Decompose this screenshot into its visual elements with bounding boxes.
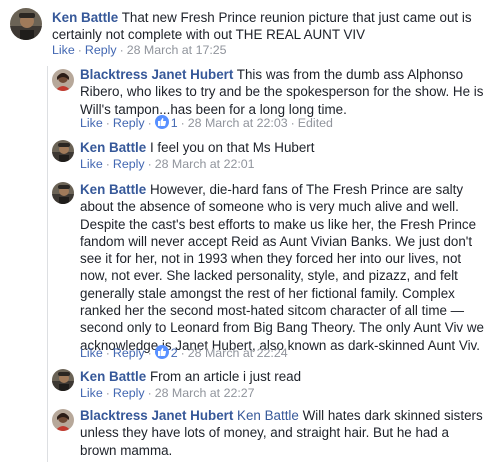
like-link[interactable]: Like	[52, 43, 75, 57]
comment-timestamp[interactable]: 28 March at 22:01	[155, 157, 255, 171]
avatar[interactable]	[52, 182, 74, 204]
comment-text: Blacktress Janet Hubert This was from th…	[80, 66, 485, 118]
comment-body: I feel you on that Ms Hubert	[149, 140, 315, 155]
comment-timestamp[interactable]: 28 March at 17:25	[127, 43, 227, 57]
comment-timestamp[interactable]: 28 March at 22:27	[155, 386, 255, 400]
comment-author[interactable]: Ken Battle	[80, 140, 146, 155]
comment-body: However, die-hard fans of The Fresh Prin…	[80, 182, 484, 353]
reply-comment: Blacktress Janet Hubert This was from th…	[52, 64, 492, 134]
comment-author[interactable]: Blacktress Janet Hubert	[80, 67, 233, 82]
reply-comment: Ken Battle From an article i just read L…	[52, 366, 492, 402]
comment-actions: Like · Reply · 1 · 28 March at 22:03 · Edited	[80, 115, 333, 130]
comment-actions: Like · Reply · 28 March at 17:25	[52, 43, 227, 57]
reaction-count[interactable]: 1	[171, 116, 178, 130]
comment-text: Ken Battle That new Fresh Prince reunion…	[52, 9, 480, 44]
thumbs-up-icon[interactable]	[154, 115, 169, 129]
avatar[interactable]	[52, 140, 74, 162]
like-link[interactable]: Like	[80, 157, 103, 171]
thumbs-up-icon[interactable]	[154, 345, 169, 359]
like-link[interactable]: Like	[80, 386, 103, 400]
avatar[interactable]	[52, 409, 74, 431]
mention-tag[interactable]: Ken Battle	[237, 408, 299, 423]
comment-actions: Like · Reply · 28 March at 22:01	[80, 157, 255, 171]
reply-link[interactable]: Reply	[113, 346, 145, 360]
avatar[interactable]	[52, 369, 74, 391]
reply-comment: Ken Battle However, die-hard fans of The…	[52, 179, 492, 361]
comment-author[interactable]: Ken Battle	[80, 369, 146, 384]
comment-text: Blacktress Janet Hubert Ken Battle Will …	[80, 407, 485, 459]
avatar[interactable]	[52, 69, 74, 91]
comment-author[interactable]: Blacktress Janet Hubert	[80, 408, 233, 423]
comment-author[interactable]: Ken Battle	[52, 10, 118, 25]
comment: Ken Battle That new Fresh Prince reunion…	[10, 6, 490, 62]
reply-link[interactable]: Reply	[113, 157, 145, 171]
reply-link[interactable]: Reply	[113, 116, 145, 130]
comment-text: Ken Battle I feel you on that Ms Hubert	[80, 139, 485, 156]
comment-timestamp[interactable]: 28 March at 22:03	[188, 116, 288, 130]
reaction-count[interactable]: 2	[171, 346, 178, 360]
comment-body: From an article i just read	[149, 369, 302, 384]
comment-author[interactable]: Ken Battle	[80, 182, 146, 197]
comment-text: Ken Battle From an article i just read	[80, 368, 485, 385]
comment-actions: Like · Reply · 28 March at 22:27	[80, 386, 255, 400]
like-link[interactable]: Like	[80, 116, 103, 130]
reply-comment: Blacktress Janet Hubert Ken Battle Will …	[52, 405, 492, 462]
reply-comment: Ken Battle I feel you on that Ms Hubert …	[52, 137, 492, 173]
comment-actions: Like · Reply · 2 · 28 March at 22:24	[80, 345, 288, 360]
reply-link[interactable]: Reply	[85, 43, 117, 57]
reply-thread-line	[47, 66, 48, 462]
edited-label[interactable]: Edited	[298, 116, 333, 130]
comment-timestamp[interactable]: 28 March at 22:24	[188, 346, 288, 360]
like-link[interactable]: Like	[80, 346, 103, 360]
reply-link[interactable]: Reply	[113, 386, 145, 400]
comment-text: Ken Battle However, die-hard fans of The…	[80, 181, 492, 354]
avatar[interactable]	[10, 8, 42, 40]
